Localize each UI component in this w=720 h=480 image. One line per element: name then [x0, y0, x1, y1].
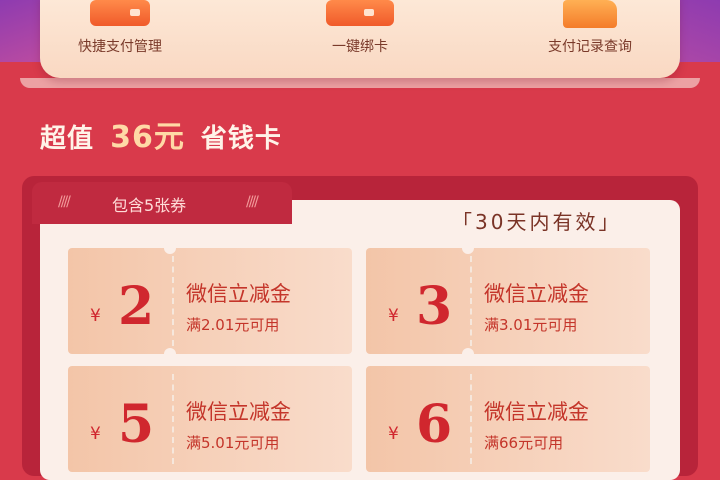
currency-symbol: ¥: [388, 306, 399, 326]
validity-label: 「30天内有效」: [452, 210, 622, 234]
coupon-value: 2: [118, 276, 155, 337]
quick-action-label: 快捷支付管理: [78, 39, 162, 55]
coupon-title: 微信立减金: [484, 400, 589, 424]
tab-label: 包含5张券: [112, 196, 187, 215]
wallet-icon: [90, 0, 150, 26]
quick-action-bind-card[interactable]: 一键绑卡: [280, 0, 440, 72]
folder-icon: [563, 0, 617, 28]
coupon-notch: [164, 242, 176, 254]
currency-symbol: ¥: [388, 424, 399, 444]
coupon-divider: [172, 374, 174, 464]
quick-action-label: 一键绑卡: [332, 39, 388, 55]
card-shadow: [20, 78, 700, 88]
coupon-item[interactable]: ¥ 6 微信立减金 满66元可用: [366, 366, 650, 472]
coupon-condition: 满2.01元可用: [186, 316, 280, 334]
headline-amount: 36元: [110, 120, 185, 155]
coupon-notch: [462, 242, 474, 254]
coupon-value: 3: [416, 276, 453, 337]
headline-suffix: 省钱卡: [200, 124, 282, 154]
coupon-item[interactable]: ¥ 3 微信立减金 满3.01元可用: [366, 248, 650, 354]
coupon-title: 微信立减金: [484, 282, 589, 306]
coupon-count-tab: //// 包含5张券 ////: [32, 182, 292, 224]
coupon-divider: [470, 256, 472, 346]
coupon-title: 微信立减金: [186, 282, 291, 306]
quick-action-payment-records[interactable]: 支付记录查询: [510, 0, 670, 72]
quick-action-label: 支付记录查询: [548, 39, 632, 55]
coupon-item[interactable]: ¥ 2 微信立减金 满2.01元可用: [68, 248, 352, 354]
card-icon: [326, 0, 394, 26]
quick-action-payment-manage[interactable]: 快捷支付管理: [40, 0, 200, 72]
coupon-divider: [172, 256, 174, 346]
tab-decor-left: ////: [58, 194, 71, 210]
headline-prefix: 超值: [40, 124, 95, 154]
tab-decor-right: ////: [246, 194, 259, 210]
currency-symbol: ¥: [90, 424, 101, 444]
coupon-title: 微信立减金: [186, 400, 291, 424]
coupon-condition: 满3.01元可用: [484, 316, 578, 334]
quick-actions-card: 快捷支付管理 一键绑卡 支付记录查询: [40, 0, 680, 78]
coupon-value: 5: [118, 394, 155, 455]
card-headline: 超值 36元 省钱卡: [40, 112, 282, 156]
coupon-notch: [164, 348, 176, 360]
coupon-value: 6: [416, 394, 453, 455]
coupon-notch: [462, 348, 474, 360]
coupon-item[interactable]: ¥ 5 微信立减金 满5.01元可用: [68, 366, 352, 472]
currency-symbol: ¥: [90, 306, 101, 326]
coupon-divider: [470, 374, 472, 464]
